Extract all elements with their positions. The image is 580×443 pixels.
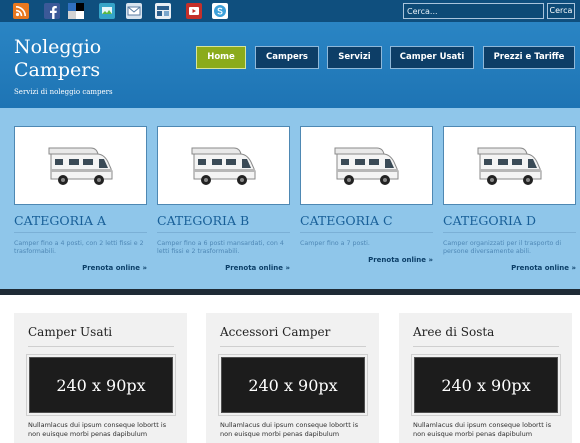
category-title[interactable]: CATEGORIA A bbox=[14, 213, 147, 233]
site-title[interactable]: Noleggio Campers bbox=[14, 36, 154, 82]
facebook-icon[interactable] bbox=[44, 3, 60, 19]
share-icon[interactable] bbox=[99, 3, 115, 19]
info-card: Camper Usati 240 x 90px Nullamlacus dui … bbox=[14, 313, 187, 443]
info-card: Accessori Camper 240 x 90px Nullamlacus … bbox=[206, 313, 379, 443]
nav-servizi[interactable]: Servizi bbox=[327, 46, 382, 69]
section-divider bbox=[0, 289, 580, 295]
nav-home[interactable]: Home bbox=[196, 46, 246, 69]
camper-image[interactable] bbox=[443, 126, 576, 205]
rss-icon[interactable] bbox=[13, 3, 29, 19]
category-title[interactable]: CATEGORIA C bbox=[300, 213, 433, 233]
card-text: Nullamlacus dui ipsum conseque lobortt i… bbox=[28, 421, 167, 438]
ad-placeholder[interactable]: 240 x 90px bbox=[218, 354, 368, 416]
category-title[interactable]: CATEGORIA D bbox=[443, 213, 576, 233]
ad-placeholder[interactable]: 240 x 90px bbox=[411, 354, 561, 416]
category-description: Camper fino a 4 posti, con 2 letti fissi… bbox=[14, 240, 144, 255]
category-description: Camper fino a 6 posti mansardati, con 4 … bbox=[157, 240, 284, 255]
camper-image[interactable] bbox=[157, 126, 290, 205]
category-description: Camper organizzati per il trasporto di p… bbox=[443, 240, 562, 255]
search-input[interactable] bbox=[403, 3, 544, 19]
card-text: Nullamlacus dui ipsum conseque lobortt i… bbox=[220, 421, 359, 438]
ad-placeholder[interactable]: 240 x 90px bbox=[26, 354, 176, 416]
email-icon[interactable] bbox=[126, 3, 142, 19]
nav-camper-usati[interactable]: Camper Usati bbox=[390, 46, 474, 69]
delicious-icon[interactable] bbox=[68, 3, 84, 19]
prenota-online-link[interactable]: Prenota online » bbox=[14, 264, 147, 272]
site-subtitle: Servizi di noleggio campers bbox=[14, 88, 113, 96]
card-text: Nullamlacus dui ipsum conseque lobortt i… bbox=[413, 421, 552, 438]
top-bar: Cerca bbox=[0, 0, 580, 22]
featured-categories: CATEGORIA A Camper fino a 4 posti, con 2… bbox=[0, 108, 580, 289]
camper-image[interactable] bbox=[300, 126, 433, 205]
info-card: Aree di Sosta 240 x 90px Nullamlacus dui… bbox=[399, 313, 572, 443]
card-title: Camper Usati bbox=[28, 325, 174, 347]
camper-image[interactable] bbox=[14, 126, 147, 205]
skype-icon[interactable] bbox=[212, 3, 228, 19]
header: Noleggio Campers Servizi di noleggio cam… bbox=[0, 22, 580, 108]
prenota-online-link[interactable]: Prenota online » bbox=[443, 264, 576, 272]
nav-campers[interactable]: Campers bbox=[255, 46, 319, 69]
card-title: Aree di Sosta bbox=[413, 325, 559, 347]
category-description: Camper fino a 7 posti. bbox=[300, 240, 370, 247]
search-button[interactable]: Cerca bbox=[547, 3, 575, 19]
card-title: Accessori Camper bbox=[220, 325, 366, 347]
prenota-online-link[interactable]: Prenota online » bbox=[157, 264, 290, 272]
prenota-online-link[interactable]: Prenota online » bbox=[300, 256, 433, 264]
category-title[interactable]: CATEGORIA B bbox=[157, 213, 290, 233]
youtube-icon[interactable] bbox=[186, 3, 202, 19]
digg-icon[interactable] bbox=[155, 3, 171, 19]
nav-prezzi-tariffe[interactable]: Prezzi e Tariffe bbox=[483, 46, 575, 69]
